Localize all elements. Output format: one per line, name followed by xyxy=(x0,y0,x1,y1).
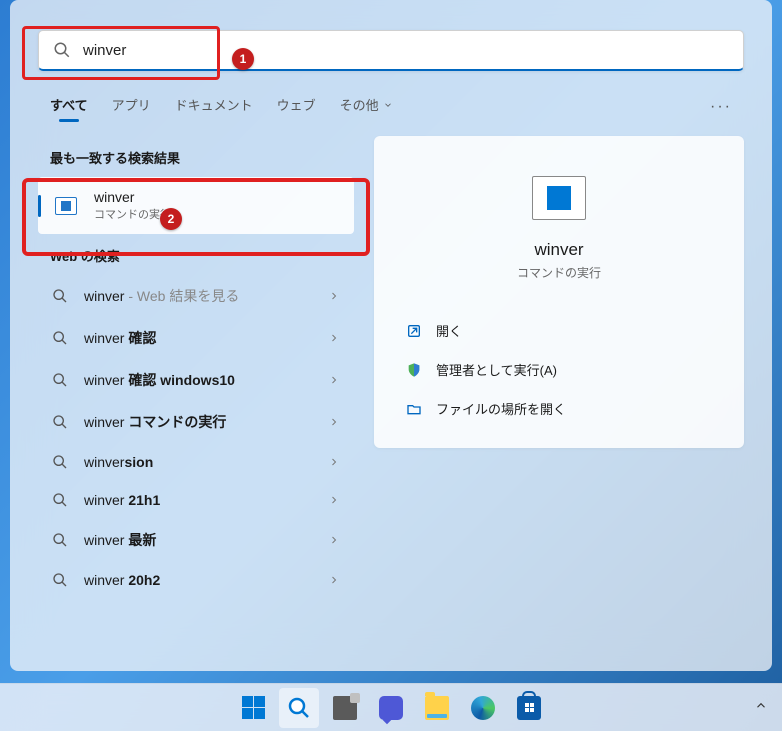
preview-subtitle: コマンドの実行 xyxy=(394,264,724,281)
chevron-right-icon xyxy=(328,456,340,468)
tab-all[interactable]: すべて xyxy=(50,87,88,126)
taskview-icon xyxy=(333,696,357,720)
chevron-up-icon[interactable] xyxy=(754,698,768,712)
tab-apps[interactable]: アプリ xyxy=(112,87,151,126)
web-results-list: winver - Web 結果を見る winver 確認 winver 確認 win… xyxy=(38,275,354,599)
web-result-text: winver 確認 windows10 xyxy=(84,370,328,390)
web-result-item[interactable]: winver 21h1 xyxy=(38,481,354,519)
search-icon xyxy=(287,696,311,720)
action-list: 開く 管理者として実行(A) ファイルの場所を開く xyxy=(394,311,724,428)
tab-web[interactable]: ウェブ xyxy=(277,87,316,126)
open-icon xyxy=(406,323,422,339)
web-result-item[interactable]: winver - Web 結果を見る xyxy=(38,275,354,317)
chat-button[interactable] xyxy=(371,688,411,728)
search-icon xyxy=(52,532,68,548)
annotation-badge-2: 2 xyxy=(160,208,182,230)
search-icon xyxy=(52,454,68,470)
chevron-right-icon xyxy=(328,290,340,302)
search-bar[interactable] xyxy=(38,30,744,71)
file-explorer-button[interactable] xyxy=(417,688,457,728)
tab-documents[interactable]: ドキュメント xyxy=(175,87,253,126)
search-icon xyxy=(52,492,68,508)
action-run-admin[interactable]: 管理者として実行(A) xyxy=(398,350,720,389)
tabs-more-button[interactable]: ··· xyxy=(710,98,732,116)
store-button[interactable] xyxy=(509,688,549,728)
web-result-text: winver 20h2 xyxy=(84,572,328,588)
start-button[interactable] xyxy=(233,688,273,728)
chevron-right-icon xyxy=(328,574,340,586)
web-result-item[interactable]: winver 20h2 xyxy=(38,561,354,599)
web-result-text: winver - Web 結果を見る xyxy=(84,286,328,306)
search-icon xyxy=(52,288,68,304)
edge-button[interactable] xyxy=(463,688,503,728)
tab-other[interactable]: その他 xyxy=(340,87,393,126)
web-result-item[interactable]: winver 確認 windows10 xyxy=(38,359,354,401)
action-open-location[interactable]: ファイルの場所を開く xyxy=(398,389,720,428)
start-search-panel: すべて アプリ ドキュメント ウェブ その他 ··· 最も一致する検索結果 wi… xyxy=(10,0,772,671)
search-tabs: すべて アプリ ドキュメント ウェブ その他 ··· xyxy=(10,87,772,126)
result-title: winver xyxy=(94,189,171,205)
chevron-right-icon xyxy=(328,494,340,506)
web-result-item[interactable]: winver 確認 xyxy=(38,317,354,359)
action-open[interactable]: 開く xyxy=(398,311,720,350)
store-icon xyxy=(517,696,541,720)
chat-icon xyxy=(379,696,403,720)
web-result-text: winver 最新 xyxy=(84,530,328,550)
action-label: ファイルの場所を開く xyxy=(436,399,566,418)
search-icon xyxy=(52,572,68,588)
web-result-item[interactable]: winver 最新 xyxy=(38,519,354,561)
results-column: 最も一致する検索結果 winver コマンドの実行 Web の検索 winver… xyxy=(38,136,354,599)
taskview-button[interactable] xyxy=(325,688,365,728)
search-input[interactable] xyxy=(83,42,729,59)
folder-icon xyxy=(425,696,449,720)
search-icon xyxy=(52,330,68,346)
search-icon xyxy=(53,41,71,59)
search-icon xyxy=(52,414,68,430)
edge-icon xyxy=(471,696,495,720)
web-result-item[interactable]: winversion xyxy=(38,443,354,481)
web-result-text: winver 21h1 xyxy=(84,492,328,508)
web-result-text: winver 確認 xyxy=(84,328,328,348)
chevron-down-icon xyxy=(383,100,393,110)
web-result-item[interactable]: winver コマンドの実行 xyxy=(38,401,354,443)
preview-title: winver xyxy=(394,240,724,260)
web-search-header: Web の検索 xyxy=(38,234,354,275)
best-match-header: 最も一致する検索結果 xyxy=(38,136,354,177)
app-icon xyxy=(52,192,80,220)
taskbar-search-button[interactable] xyxy=(279,688,319,728)
annotation-badge-1: 1 xyxy=(232,48,254,70)
web-result-text: winver コマンドの実行 xyxy=(84,412,328,432)
search-icon xyxy=(52,372,68,388)
web-result-text: winversion xyxy=(84,454,328,470)
preview-panel: winver コマンドの実行 開く 管理者として実行(A) ファイルの場所を開く xyxy=(374,136,744,448)
shield-icon xyxy=(406,362,422,378)
taskbar-right xyxy=(754,698,768,717)
preview-app-icon xyxy=(532,176,586,220)
action-label: 開く xyxy=(436,321,462,340)
search-bar-container xyxy=(10,0,772,87)
windows-logo-icon xyxy=(242,696,265,719)
chevron-right-icon xyxy=(328,534,340,546)
folder-icon xyxy=(406,401,422,417)
tab-other-label: その他 xyxy=(340,95,379,114)
chevron-right-icon xyxy=(328,374,340,386)
chevron-right-icon xyxy=(328,416,340,428)
chevron-right-icon xyxy=(328,332,340,344)
content-area: 最も一致する検索結果 winver コマンドの実行 Web の検索 winver… xyxy=(10,126,772,619)
action-label: 管理者として実行(A) xyxy=(436,360,557,379)
taskbar xyxy=(0,683,782,731)
result-winver[interactable]: winver コマンドの実行 xyxy=(38,177,354,234)
